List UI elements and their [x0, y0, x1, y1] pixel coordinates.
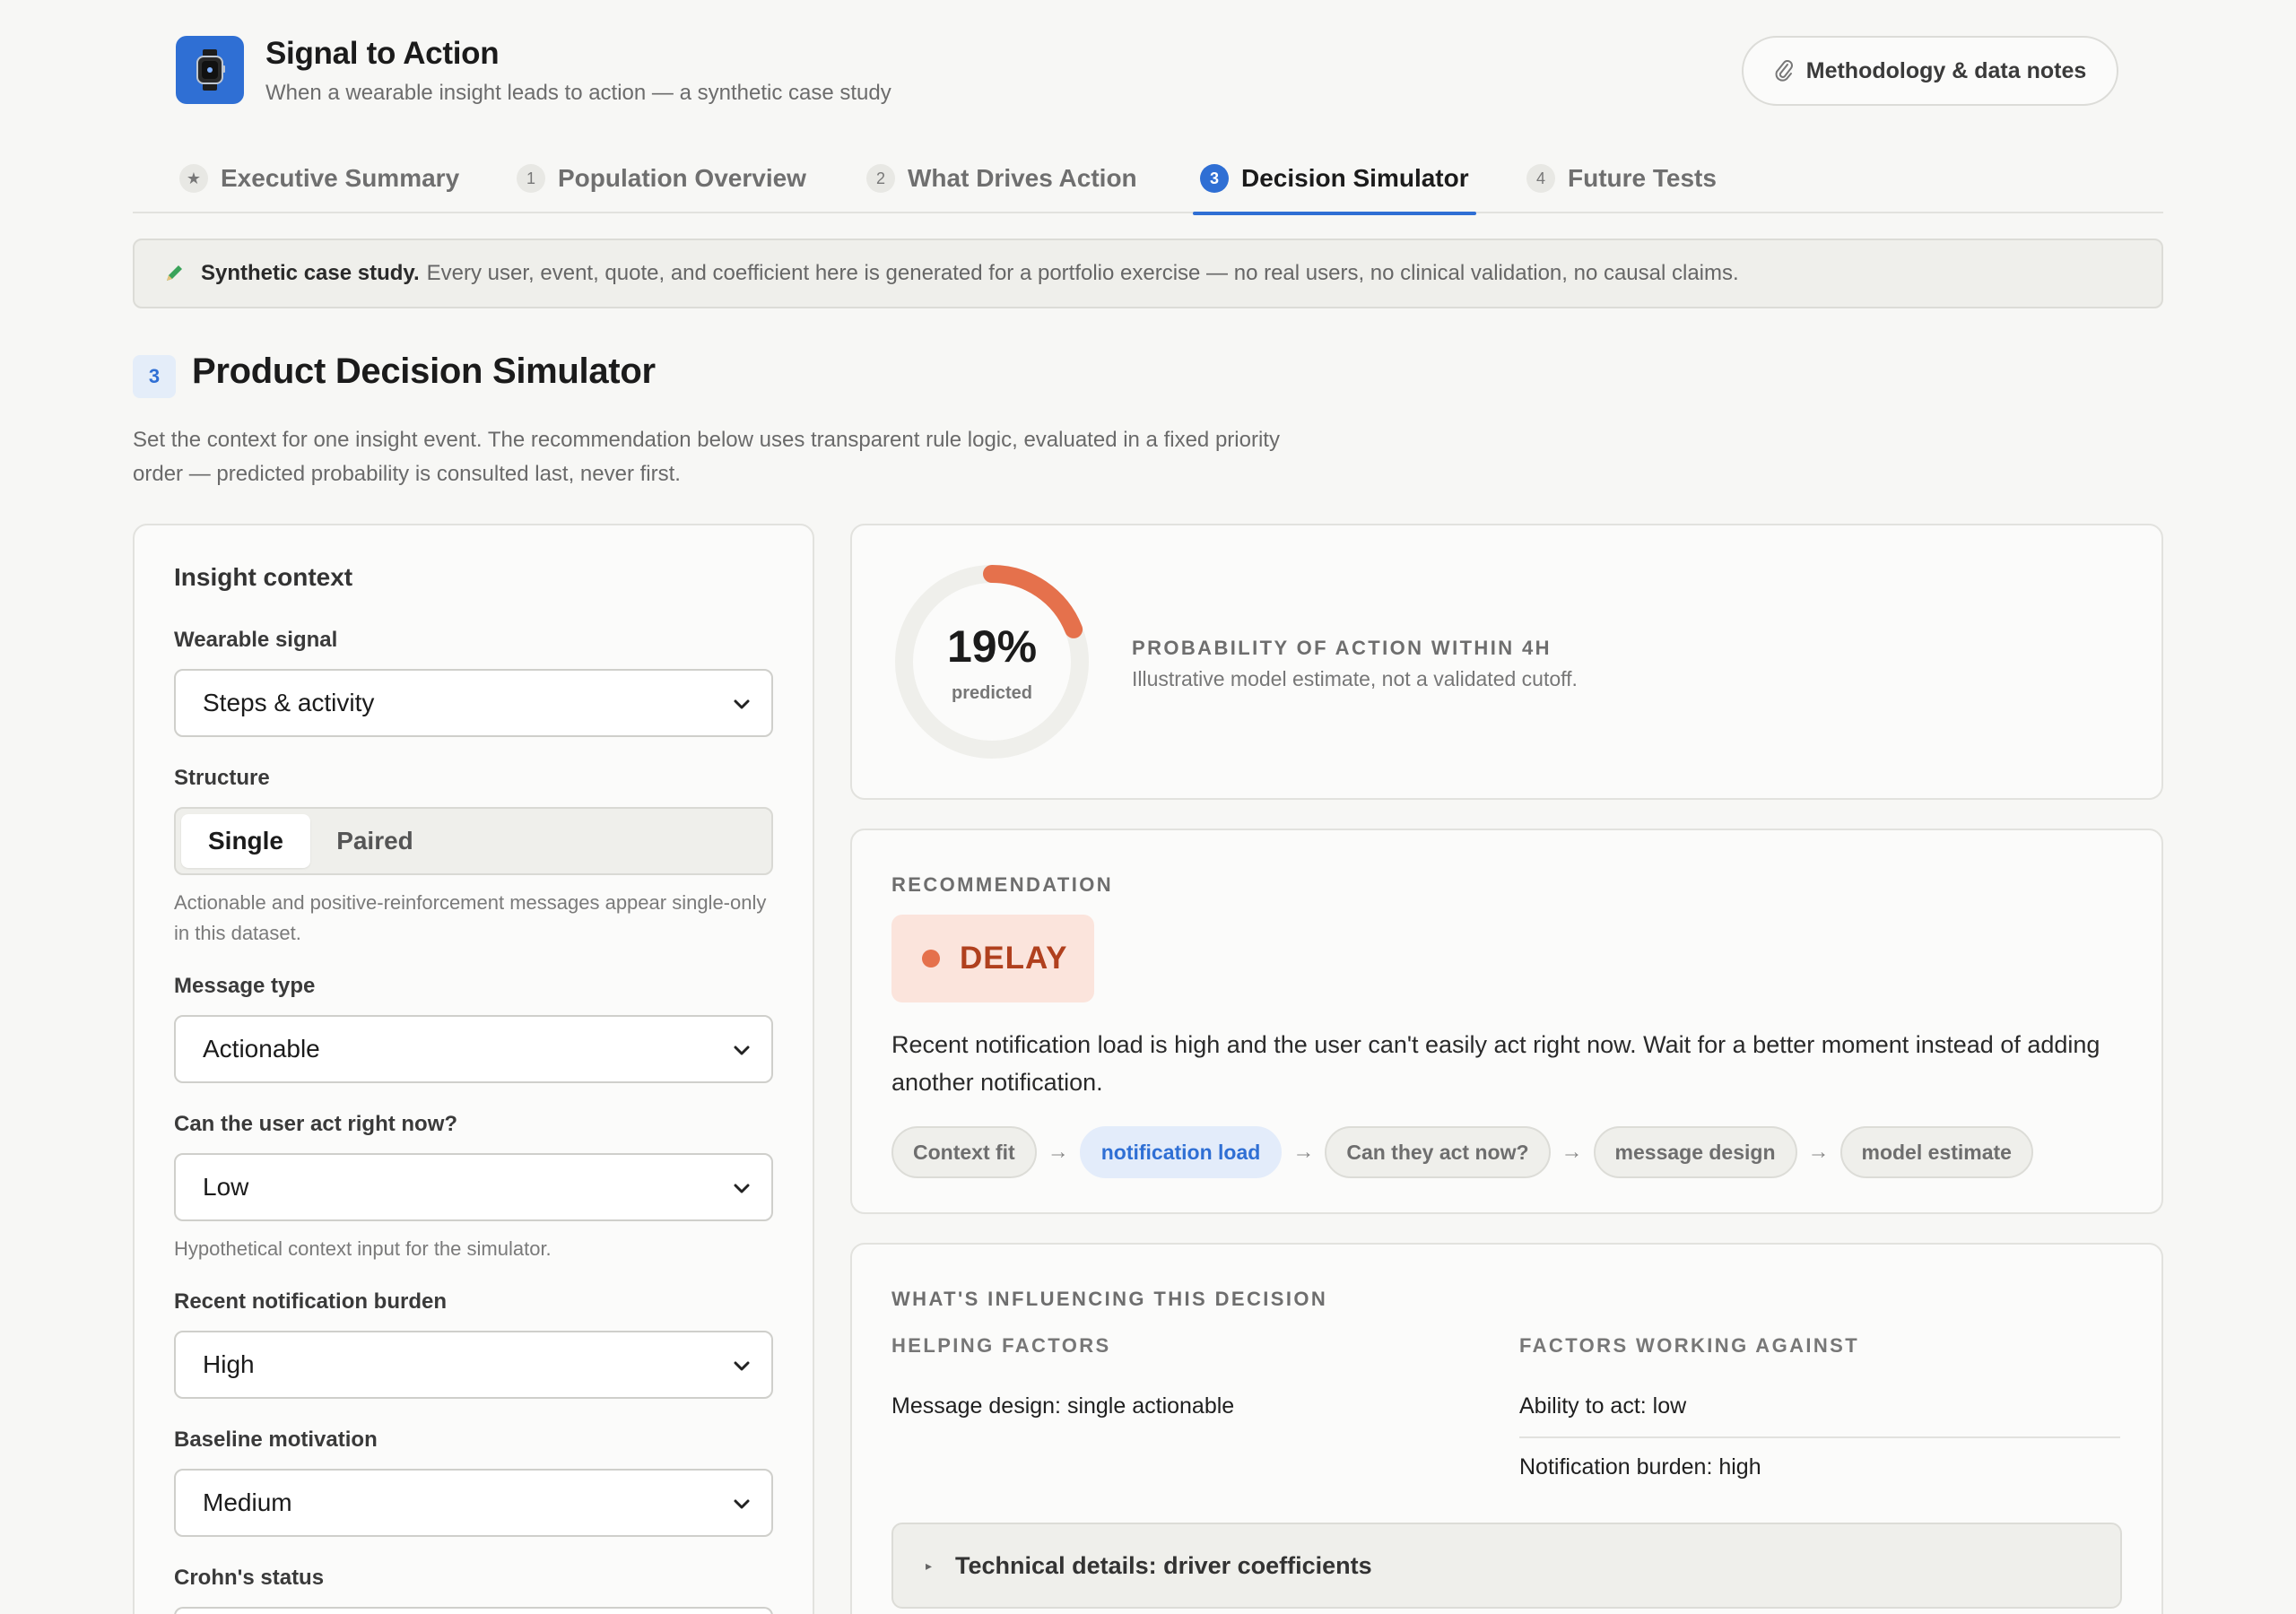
tab-number: 3: [1200, 164, 1229, 193]
flow-step: model estimate: [1839, 1126, 2033, 1178]
helping-factor: Message design: single actionable: [891, 1393, 1235, 1419]
decision-label: DELAY: [960, 941, 1068, 976]
notification-burden-label: Recent notification burden: [174, 1289, 448, 1314]
arrow-right-icon: →: [1807, 1140, 1830, 1164]
app-subtitle: When a wearable insight leads to action …: [265, 81, 891, 105]
structure-toggle: Single Paired: [174, 807, 773, 875]
probability-value: 19%: [946, 621, 1038, 672]
message-type-select[interactable]: Actionable: [174, 1015, 773, 1083]
tab-number: 2: [866, 164, 895, 193]
tab-executive-summary[interactable]: ★ Executive Summary: [172, 143, 466, 213]
influence-card: WHAT'S INFLUENCING THIS DECISION HELPING…: [850, 1243, 2163, 1614]
flow-step: Can they act now?: [1325, 1126, 1551, 1178]
act-now-value: Low: [203, 1173, 249, 1201]
app-title: Signal to Action: [265, 36, 500, 71]
app-header: Signal to Action When a wearable insight…: [176, 36, 2118, 108]
methodology-button[interactable]: Methodology & data notes: [1742, 36, 2118, 106]
tab-population-overview[interactable]: 1 Population Overview: [509, 143, 813, 213]
signal-select[interactable]: Steps & activity: [174, 669, 773, 737]
motivation-select[interactable]: Medium: [174, 1469, 773, 1537]
signal-value: Steps & activity: [203, 689, 375, 716]
helping-factors-title: HELPING FACTORS: [891, 1334, 1111, 1357]
probability-subtitle: Illustrative model estimate, not a valid…: [1132, 667, 1578, 690]
probability-card: 19% predicted PROBABILITY OF ACTION WITH…: [850, 524, 2163, 800]
tab-future-tests[interactable]: 4 Future Tests: [1519, 143, 1724, 213]
technical-details-label: Technical details: driver coefficients: [955, 1551, 1372, 1579]
banner-body: Every user, event, quote, and coefficien…: [426, 261, 1739, 285]
decision-flow: Context fit → notification load → Can th…: [891, 1126, 2033, 1178]
flow-step: Context fit: [891, 1126, 1037, 1178]
page-title: Product Decision Simulator: [192, 351, 656, 391]
against-factor: Notification burden: high: [1519, 1454, 1761, 1480]
structure-label: Structure: [174, 766, 270, 790]
message-type-label: Message type: [174, 974, 316, 998]
recommendation-text: Recent notification load is high and the…: [891, 1031, 2100, 1096]
motivation-label: Baseline motivation: [174, 1427, 378, 1452]
structure-single-button[interactable]: Single: [181, 814, 310, 868]
factor-divider: [1519, 1436, 2120, 1438]
against-factor: Ability to act: low: [1519, 1393, 1687, 1419]
tab-number: 1: [517, 164, 545, 193]
technical-details-toggle[interactable]: ▸ Technical details: driver coefficients: [891, 1523, 2122, 1609]
signal-label: Wearable signal: [174, 628, 338, 652]
act-now-select[interactable]: Low: [174, 1153, 773, 1221]
section-number: 3: [133, 355, 176, 398]
insight-context-panel: Insight context Wearable signal Steps & …: [133, 524, 814, 1614]
tab-bar: ★ Executive Summary 1 Population Overvie…: [133, 143, 2163, 215]
message-type-value: Actionable: [203, 1035, 320, 1063]
pencil-icon: [163, 263, 185, 284]
structure-hint: Actionable and positive-reinforcement me…: [174, 891, 767, 944]
tab-label: Executive Summary: [221, 164, 460, 192]
recommendation-card: RECOMMENDATION DELAY Recent notification…: [850, 829, 2163, 1214]
flow-step: message design: [1593, 1126, 1797, 1178]
page: Signal to Action When a wearable insight…: [0, 0, 2296, 1614]
influence-eyebrow: WHAT'S INFLUENCING THIS DECISION: [891, 1288, 1328, 1310]
chevron-down-icon: [734, 1046, 750, 1055]
chevron-down-icon: [734, 1184, 750, 1193]
methodology-label: Methodology & data notes: [1805, 57, 2087, 83]
crohns-label: Crohn's status: [174, 1566, 325, 1590]
tab-decision-simulator[interactable]: 3 Decision Simulator: [1193, 143, 1476, 215]
probability-label: predicted: [951, 683, 1033, 703]
notification-burden-select[interactable]: High: [174, 1331, 773, 1399]
chevron-down-icon: [734, 1499, 750, 1509]
probability-title: PROBABILITY OF ACTION WITHIN 4H: [1132, 637, 1552, 659]
notification-burden-value: High: [203, 1350, 255, 1378]
banner-strong: Synthetic case study.: [201, 261, 420, 285]
tab-label: Future Tests: [1568, 164, 1717, 192]
section-description: Set the context for one insight event. T…: [133, 428, 1280, 486]
arrow-right-icon: →: [1561, 1140, 1583, 1164]
flow-step-active: notification load: [1079, 1126, 1283, 1178]
tab-number: 4: [1526, 164, 1555, 193]
tab-label: Decision Simulator: [1241, 164, 1469, 192]
chevron-down-icon: [734, 1361, 750, 1371]
against-factors-title: FACTORS WORKING AGAINST: [1519, 1334, 1860, 1357]
tab-label: What Drives Action: [908, 164, 1137, 192]
tab-what-drives-action[interactable]: 2 What Drives Action: [859, 143, 1144, 213]
act-now-label: Can the user act right now?: [174, 1112, 458, 1136]
act-now-hint: Hypothetical context input for the simul…: [174, 1237, 552, 1260]
crohns-select[interactable]: [174, 1607, 773, 1614]
structure-paired-button[interactable]: Paired: [310, 814, 439, 868]
motivation-value: Medium: [203, 1488, 292, 1516]
star-icon: ★: [179, 164, 208, 193]
chevron-down-icon: [734, 699, 750, 709]
recommendation-eyebrow: RECOMMENDATION: [891, 873, 1114, 896]
synthetic-banner: Synthetic case study. Every user, event, …: [133, 239, 2163, 308]
banner-text: Synthetic case study. Every user, event, …: [201, 261, 1739, 286]
paperclip-icon: [1774, 58, 1794, 83]
panel-heading: Insight context: [174, 563, 353, 591]
arrow-right-icon: →: [1047, 1140, 1069, 1164]
caret-right-icon: ▸: [926, 1558, 933, 1573]
arrow-right-icon: →: [1292, 1140, 1315, 1164]
decision-badge: DELAY: [891, 915, 1094, 1002]
status-dot: [922, 950, 940, 968]
tab-label: Population Overview: [558, 164, 806, 192]
smartwatch-icon: [176, 36, 244, 104]
